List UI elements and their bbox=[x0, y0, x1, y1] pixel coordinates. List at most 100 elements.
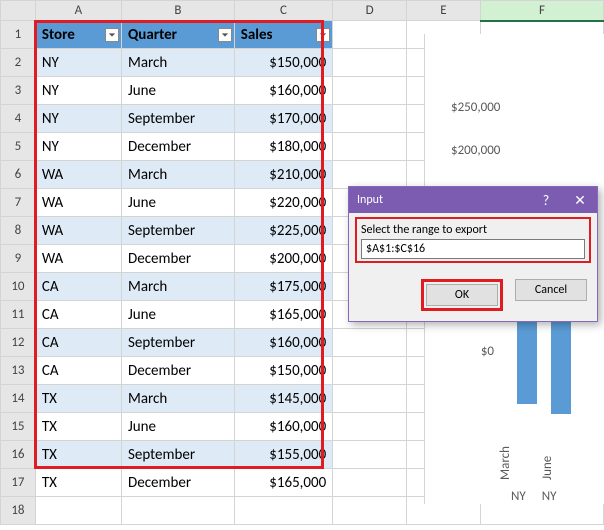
col-header-D[interactable]: D bbox=[333, 1, 407, 21]
cell[interactable] bbox=[122, 497, 235, 525]
row-header[interactable]: 8 bbox=[1, 217, 36, 245]
cell-store[interactable]: CA bbox=[35, 301, 121, 329]
cell-sales[interactable]: $155,000 bbox=[234, 441, 332, 469]
filter-icon[interactable] bbox=[218, 28, 232, 42]
cell-sales[interactable]: $145,000 bbox=[234, 385, 332, 413]
row-header[interactable]: 10 bbox=[1, 273, 36, 301]
row-header[interactable]: 2 bbox=[1, 49, 36, 77]
table-header-quarter[interactable]: Quarter bbox=[122, 21, 235, 49]
cell-store[interactable]: WA bbox=[35, 217, 121, 245]
cell-sales[interactable]: $165,000 bbox=[234, 301, 332, 329]
table-header-sales[interactable]: Sales bbox=[234, 21, 332, 49]
row-header[interactable]: 4 bbox=[1, 105, 36, 133]
close-button[interactable]: ✕ bbox=[563, 187, 597, 213]
row-header[interactable]: 5 bbox=[1, 133, 36, 161]
cell-sales[interactable]: $160,000 bbox=[234, 329, 332, 357]
cell-store[interactable]: NY bbox=[35, 49, 121, 77]
cell-sales[interactable]: $210,000 bbox=[234, 161, 332, 189]
cell-sales[interactable]: $200,000 bbox=[234, 245, 332, 273]
cell[interactable] bbox=[333, 413, 407, 441]
cell-quarter[interactable]: June bbox=[122, 77, 235, 105]
row-header[interactable]: 16 bbox=[1, 441, 36, 469]
cell[interactable] bbox=[333, 441, 407, 469]
table-header-store[interactable]: Store bbox=[35, 21, 121, 49]
cell-quarter[interactable]: March bbox=[122, 49, 235, 77]
cell-sales[interactable]: $165,000 bbox=[234, 469, 332, 497]
cell-sales[interactable]: $160,000 bbox=[234, 413, 332, 441]
row-header[interactable]: 3 bbox=[1, 77, 36, 105]
dialog-titlebar[interactable]: Input ? ✕ bbox=[349, 187, 597, 213]
cell-sales[interactable]: $180,000 bbox=[234, 133, 332, 161]
col-header-E[interactable]: E bbox=[407, 1, 481, 21]
cell-store[interactable]: TX bbox=[35, 441, 121, 469]
cancel-button[interactable]: Cancel bbox=[515, 279, 587, 301]
cell-store[interactable]: TX bbox=[35, 469, 121, 497]
row-header[interactable]: 18 bbox=[1, 497, 36, 525]
row-header[interactable]: 15 bbox=[1, 413, 36, 441]
cell-sales[interactable]: $225,000 bbox=[234, 217, 332, 245]
cell-store[interactable]: NY bbox=[35, 77, 121, 105]
cell[interactable] bbox=[333, 21, 407, 49]
cell[interactable] bbox=[35, 497, 121, 525]
row-header[interactable]: 1 bbox=[1, 21, 36, 49]
cell-store[interactable]: CA bbox=[35, 273, 121, 301]
row-header[interactable]: 9 bbox=[1, 245, 36, 273]
cell[interactable] bbox=[234, 497, 332, 525]
cell-quarter[interactable]: December bbox=[122, 133, 235, 161]
row-header[interactable]: 17 bbox=[1, 469, 36, 497]
row-header[interactable]: 13 bbox=[1, 357, 36, 385]
row-header[interactable]: 7 bbox=[1, 189, 36, 217]
filter-icon[interactable] bbox=[105, 28, 119, 42]
cell-store[interactable]: WA bbox=[35, 245, 121, 273]
col-header-A[interactable]: A bbox=[35, 1, 121, 21]
cell[interactable] bbox=[333, 385, 407, 413]
select-all-cell[interactable] bbox=[1, 1, 36, 21]
row-header[interactable]: 11 bbox=[1, 301, 36, 329]
cell-store[interactable]: TX bbox=[35, 413, 121, 441]
cell-sales[interactable]: $150,000 bbox=[234, 49, 332, 77]
cell-sales[interactable]: $175,000 bbox=[234, 273, 332, 301]
cell-quarter[interactable]: June bbox=[122, 189, 235, 217]
cell-quarter[interactable]: September bbox=[122, 217, 235, 245]
cell-quarter[interactable]: September bbox=[122, 441, 235, 469]
ok-button[interactable]: OK bbox=[426, 284, 498, 306]
cell-quarter[interactable]: June bbox=[122, 301, 235, 329]
cell-sales[interactable]: $170,000 bbox=[234, 105, 332, 133]
row-header[interactable]: 12 bbox=[1, 329, 36, 357]
cell-quarter[interactable]: March bbox=[122, 273, 235, 301]
cell-store[interactable]: NY bbox=[35, 105, 121, 133]
cell-store[interactable]: NY bbox=[35, 133, 121, 161]
cell-store[interactable]: TX bbox=[35, 385, 121, 413]
cell-quarter[interactable]: March bbox=[122, 385, 235, 413]
cell-store[interactable]: WA bbox=[35, 161, 121, 189]
cell-quarter[interactable]: December bbox=[122, 245, 235, 273]
cell[interactable] bbox=[333, 329, 407, 357]
cell[interactable] bbox=[333, 469, 407, 497]
cell-store[interactable]: WA bbox=[35, 189, 121, 217]
row-header[interactable]: 6 bbox=[1, 161, 36, 189]
cell[interactable] bbox=[333, 133, 407, 161]
cell[interactable] bbox=[333, 49, 407, 77]
cell-store[interactable]: CA bbox=[35, 329, 121, 357]
col-header-B[interactable]: B bbox=[122, 1, 235, 21]
cell-sales[interactable]: $150,000 bbox=[234, 357, 332, 385]
cell[interactable] bbox=[333, 497, 407, 525]
help-button[interactable]: ? bbox=[529, 187, 563, 213]
cell-quarter[interactable]: December bbox=[122, 357, 235, 385]
cell-quarter[interactable]: September bbox=[122, 105, 235, 133]
cell-sales[interactable]: $220,000 bbox=[234, 189, 332, 217]
cell[interactable] bbox=[333, 357, 407, 385]
cell[interactable] bbox=[333, 161, 407, 189]
col-header-C[interactable]: C bbox=[234, 1, 332, 21]
range-input[interactable] bbox=[361, 239, 585, 259]
col-header-F[interactable]: F bbox=[480, 1, 603, 21]
filter-icon[interactable] bbox=[316, 28, 330, 42]
cell-quarter[interactable]: March bbox=[122, 161, 235, 189]
cell-quarter[interactable]: September bbox=[122, 329, 235, 357]
cell[interactable] bbox=[333, 77, 407, 105]
cell-store[interactable]: CA bbox=[35, 357, 121, 385]
cell-sales[interactable]: $160,000 bbox=[234, 77, 332, 105]
cell-quarter[interactable]: June bbox=[122, 413, 235, 441]
cell-quarter[interactable]: December bbox=[122, 469, 235, 497]
row-header[interactable]: 14 bbox=[1, 385, 36, 413]
